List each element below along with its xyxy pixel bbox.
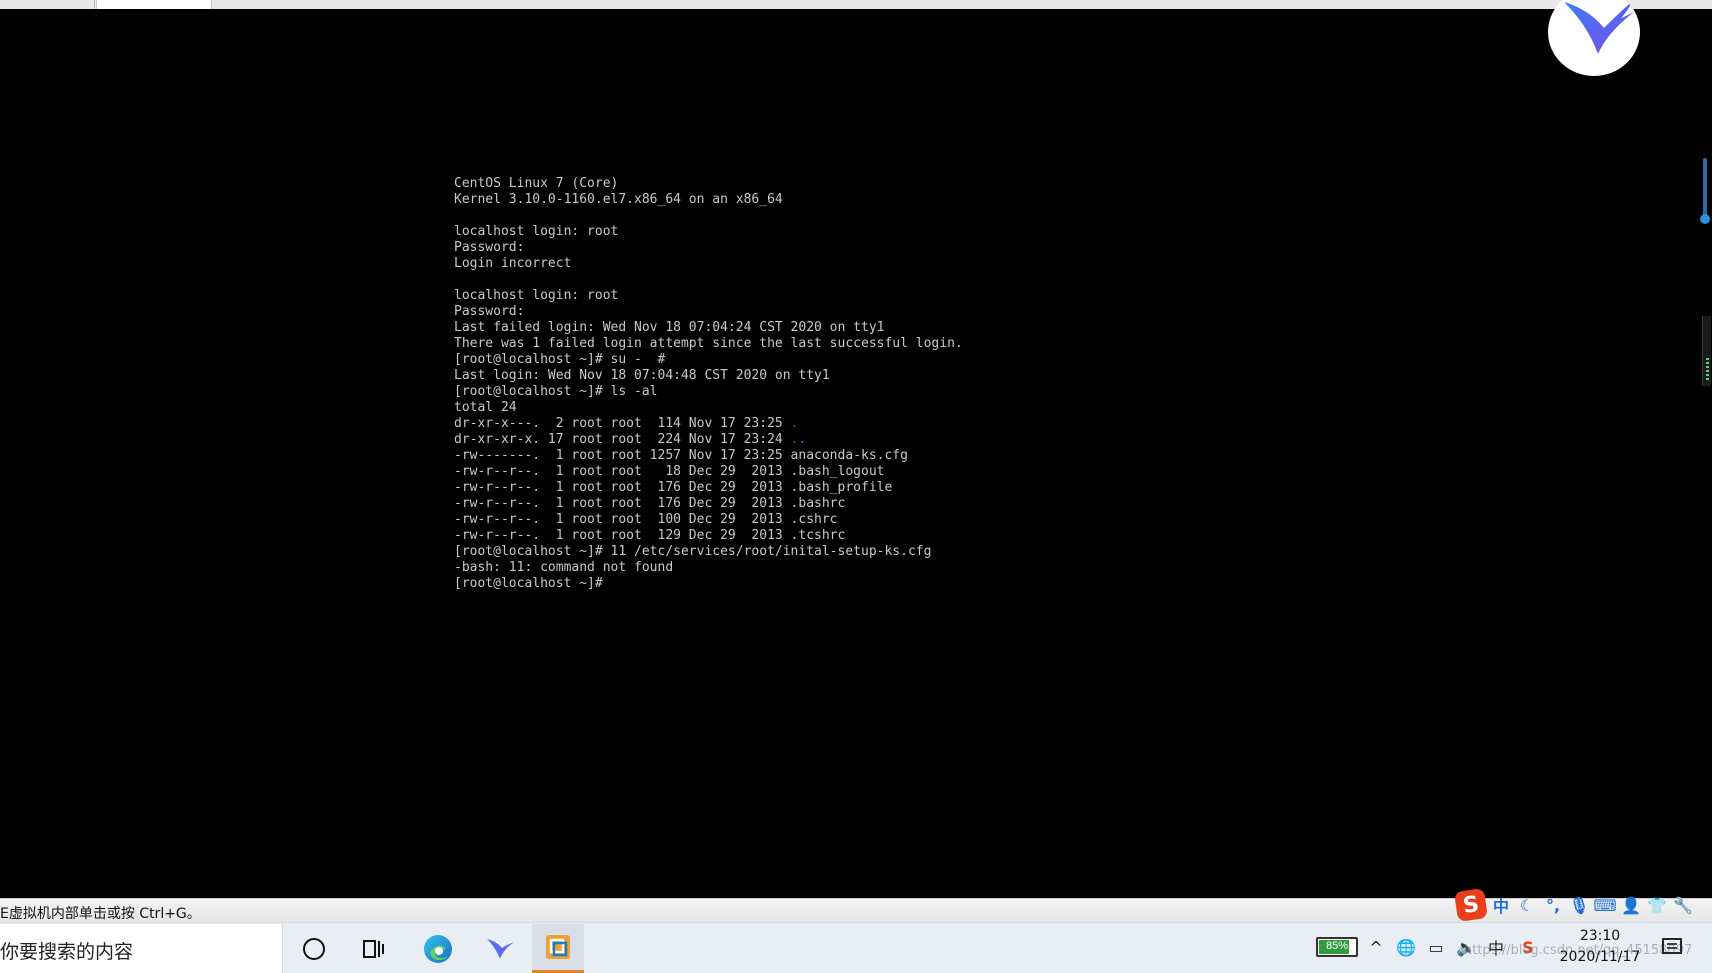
terminal-line-text: Password: bbox=[454, 240, 525, 255]
terminal-line: -rw-r--r--. 1 root root 100 Dec 29 2013 … bbox=[454, 512, 963, 528]
terminal-line-text: localhost login: root bbox=[454, 288, 619, 303]
cortana-icon bbox=[303, 937, 325, 960]
terminal-line-text: CentOS Linux 7 (Core) bbox=[454, 176, 619, 191]
terminal-line: -rw-r--r--. 1 root root 129 Dec 29 2013 … bbox=[454, 528, 963, 544]
terminal-line: There was 1 failed login attempt since t… bbox=[454, 336, 963, 352]
clock-date[interactable]: 2020/11/17 bbox=[1556, 949, 1644, 965]
terminal-line: -rw-r--r--. 1 root root 176 Dec 29 2013 … bbox=[454, 496, 963, 512]
vmware-icon bbox=[546, 935, 570, 959]
terminal-line-text: dr-xr-x---. 2 root root 114 Nov 17 23:25 bbox=[454, 416, 791, 431]
keyboard-icon[interactable]: ⌨ bbox=[1593, 894, 1616, 916]
windows-taskbar: 你要搜索的内容 85% ^ 🌐 ▭ 🔈 中 S https://blog.csd… bbox=[0, 922, 1712, 973]
terminal-line: CentOS Linux 7 (Core) bbox=[454, 176, 963, 192]
terminal-line: Password: bbox=[454, 304, 963, 320]
terminal-line-text: -rw-------. 1 root root 1257 Nov 17 23:2… bbox=[454, 448, 908, 463]
vmware-button[interactable] bbox=[532, 924, 584, 973]
edge-browser-button[interactable] bbox=[412, 924, 464, 973]
audio-level-meter bbox=[1702, 316, 1711, 386]
tab-strip bbox=[0, 0, 1712, 9]
terminal-line: [root@localhost ~]# su - # bbox=[454, 352, 963, 368]
terminal-line: -rw-------. 1 root root 1257 Nov 17 23:2… bbox=[454, 448, 963, 464]
globe-icon[interactable]: 🌐 bbox=[1394, 935, 1418, 959]
terminal-line-text: -rw-r--r--. 1 root root 176 Dec 29 2013 … bbox=[454, 496, 846, 511]
tab-separator bbox=[94, 0, 95, 9]
microphone-icon[interactable]: 🎙 bbox=[1568, 894, 1590, 916]
terminal-line-text: total 24 bbox=[454, 400, 517, 415]
chinese-mode-icon[interactable]: 中 bbox=[1490, 894, 1512, 916]
terminal-line-text: localhost login: root bbox=[454, 224, 619, 239]
terminal-line: [root@localhost ~]# bbox=[454, 576, 963, 592]
user-icon[interactable]: 👤 bbox=[1620, 894, 1642, 916]
search-placeholder: 你要搜索的内容 bbox=[0, 941, 134, 963]
cortana-button[interactable] bbox=[288, 924, 340, 973]
terminal-line: dr-xr-x---. 2 root root 114 Nov 17 23:25… bbox=[454, 416, 963, 432]
volume-slider-track[interactable] bbox=[1703, 158, 1707, 220]
terminal-line: -rw-r--r--. 1 root root 18 Dec 29 2013 .… bbox=[454, 464, 963, 480]
status-hint-text: E虚拟机内部单击或按 Ctrl+G。 bbox=[0, 906, 201, 922]
terminal-line-text: [root@localhost ~]# 11 /etc/services/roo… bbox=[454, 544, 932, 559]
chevron-up-icon[interactable]: ^ bbox=[1364, 935, 1388, 959]
shirt-icon[interactable]: 👕 bbox=[1646, 894, 1668, 916]
terminal-line-text: Kernel 3.10.0-1160.el7.x86_64 on an x86_… bbox=[454, 192, 783, 207]
terminal-line-text: There was 1 failed login attempt since t… bbox=[454, 336, 963, 351]
battery-percent: 85% bbox=[1325, 940, 1349, 952]
vmware-workstation-window: CentOS Linux 7 (Core) Kernel 3.10.0-1160.… bbox=[0, 0, 1712, 973]
terminal-line-text: -rw-r--r--. 1 root root 100 Dec 29 2013 … bbox=[454, 512, 838, 527]
directory-name: .. bbox=[790, 432, 807, 447]
terminal-line-text: Last failed login: Wed Nov 18 07:04:24 C… bbox=[454, 320, 885, 335]
terminal-line: [root@localhost ~]# 11 /etc/services/roo… bbox=[454, 544, 963, 560]
terminal-line: -bash: 11: command not found bbox=[454, 560, 963, 576]
feishu-button[interactable] bbox=[474, 924, 526, 973]
terminal-line: localhost login: root bbox=[454, 288, 963, 304]
terminal-output: CentOS Linux 7 (Core) Kernel 3.10.0-1160.… bbox=[454, 176, 963, 592]
vm-tab[interactable] bbox=[96, 0, 212, 9]
terminal-line-text: [root@localhost ~]# ls -al bbox=[454, 384, 658, 399]
terminal-line-text: [root@localhost ~]# bbox=[454, 576, 603, 591]
punctuation-icon[interactable]: °, bbox=[1542, 894, 1564, 916]
ime-toolbar: S 中 ☾ °, 🎙 ⌨ 👤 👕 🔧 bbox=[1454, 888, 1694, 922]
task-view-button[interactable] bbox=[348, 924, 400, 973]
taskbar-search-box[interactable]: 你要搜索的内容 bbox=[0, 924, 283, 973]
terminal-line-text: -bash: 11: command not found bbox=[454, 560, 674, 575]
terminal-line-text: -rw-r--r--. 1 root root 18 Dec 29 2013 .… bbox=[454, 464, 885, 479]
sogou-logo-icon[interactable]: S bbox=[1454, 888, 1488, 922]
terminal-line: [root@localhost ~]# ls -al bbox=[454, 384, 963, 400]
task-view-icon bbox=[363, 939, 384, 958]
terminal-line-text: Login incorrect bbox=[454, 256, 572, 271]
terminal-line-text: -rw-r--r--. 1 root root 129 Dec 29 2013 … bbox=[454, 528, 846, 543]
terminal-line: Kernel 3.10.0-1160.el7.x86_64 on an x86_… bbox=[454, 192, 963, 208]
terminal-line-text: Password: bbox=[454, 304, 525, 319]
terminal-line: Last failed login: Wed Nov 18 07:04:24 C… bbox=[454, 320, 963, 336]
terminal-line-text: dr-xr-xr-x. 17 root root 224 Nov 17 23:2… bbox=[454, 432, 791, 447]
terminal-line: Login incorrect bbox=[454, 256, 963, 272]
terminal-line-text: [root@localhost ~]# su - # bbox=[454, 352, 666, 367]
terminal-line-text: Last login: Wed Nov 18 07:04:48 CST 2020… bbox=[454, 368, 830, 383]
terminal-line: -rw-r--r--. 1 root root 176 Dec 29 2013 … bbox=[454, 480, 963, 496]
vm-console[interactable]: CentOS Linux 7 (Core) Kernel 3.10.0-1160.… bbox=[0, 9, 1712, 898]
volume-slider-knob[interactable] bbox=[1700, 214, 1710, 224]
terminal-line: dr-xr-xr-x. 17 root root 224 Nov 17 23:2… bbox=[454, 432, 963, 448]
clock-time[interactable]: 23:10 bbox=[1568, 928, 1632, 944]
terminal-line-text: -rw-r--r--. 1 root root 176 Dec 29 2013 … bbox=[454, 480, 893, 495]
battery-icon[interactable]: ▭ bbox=[1424, 935, 1448, 959]
terminal-line: Password: bbox=[454, 240, 963, 256]
audio-level-bars bbox=[1706, 358, 1709, 380]
terminal-line: Last login: Wed Nov 18 07:04:48 CST 2020… bbox=[454, 368, 963, 384]
moon-icon[interactable]: ☾ bbox=[1516, 894, 1538, 916]
directory-name: . bbox=[790, 416, 799, 431]
feishu-bird-icon bbox=[487, 938, 514, 959]
notification-center-icon[interactable] bbox=[1660, 935, 1684, 959]
edge-browser-icon bbox=[424, 934, 452, 963]
wrench-icon[interactable]: 🔧 bbox=[1672, 894, 1694, 916]
terminal-line: localhost login: root bbox=[454, 224, 963, 240]
terminal-line: total 24 bbox=[454, 400, 963, 416]
battery-badge[interactable]: 85% bbox=[1316, 937, 1358, 957]
